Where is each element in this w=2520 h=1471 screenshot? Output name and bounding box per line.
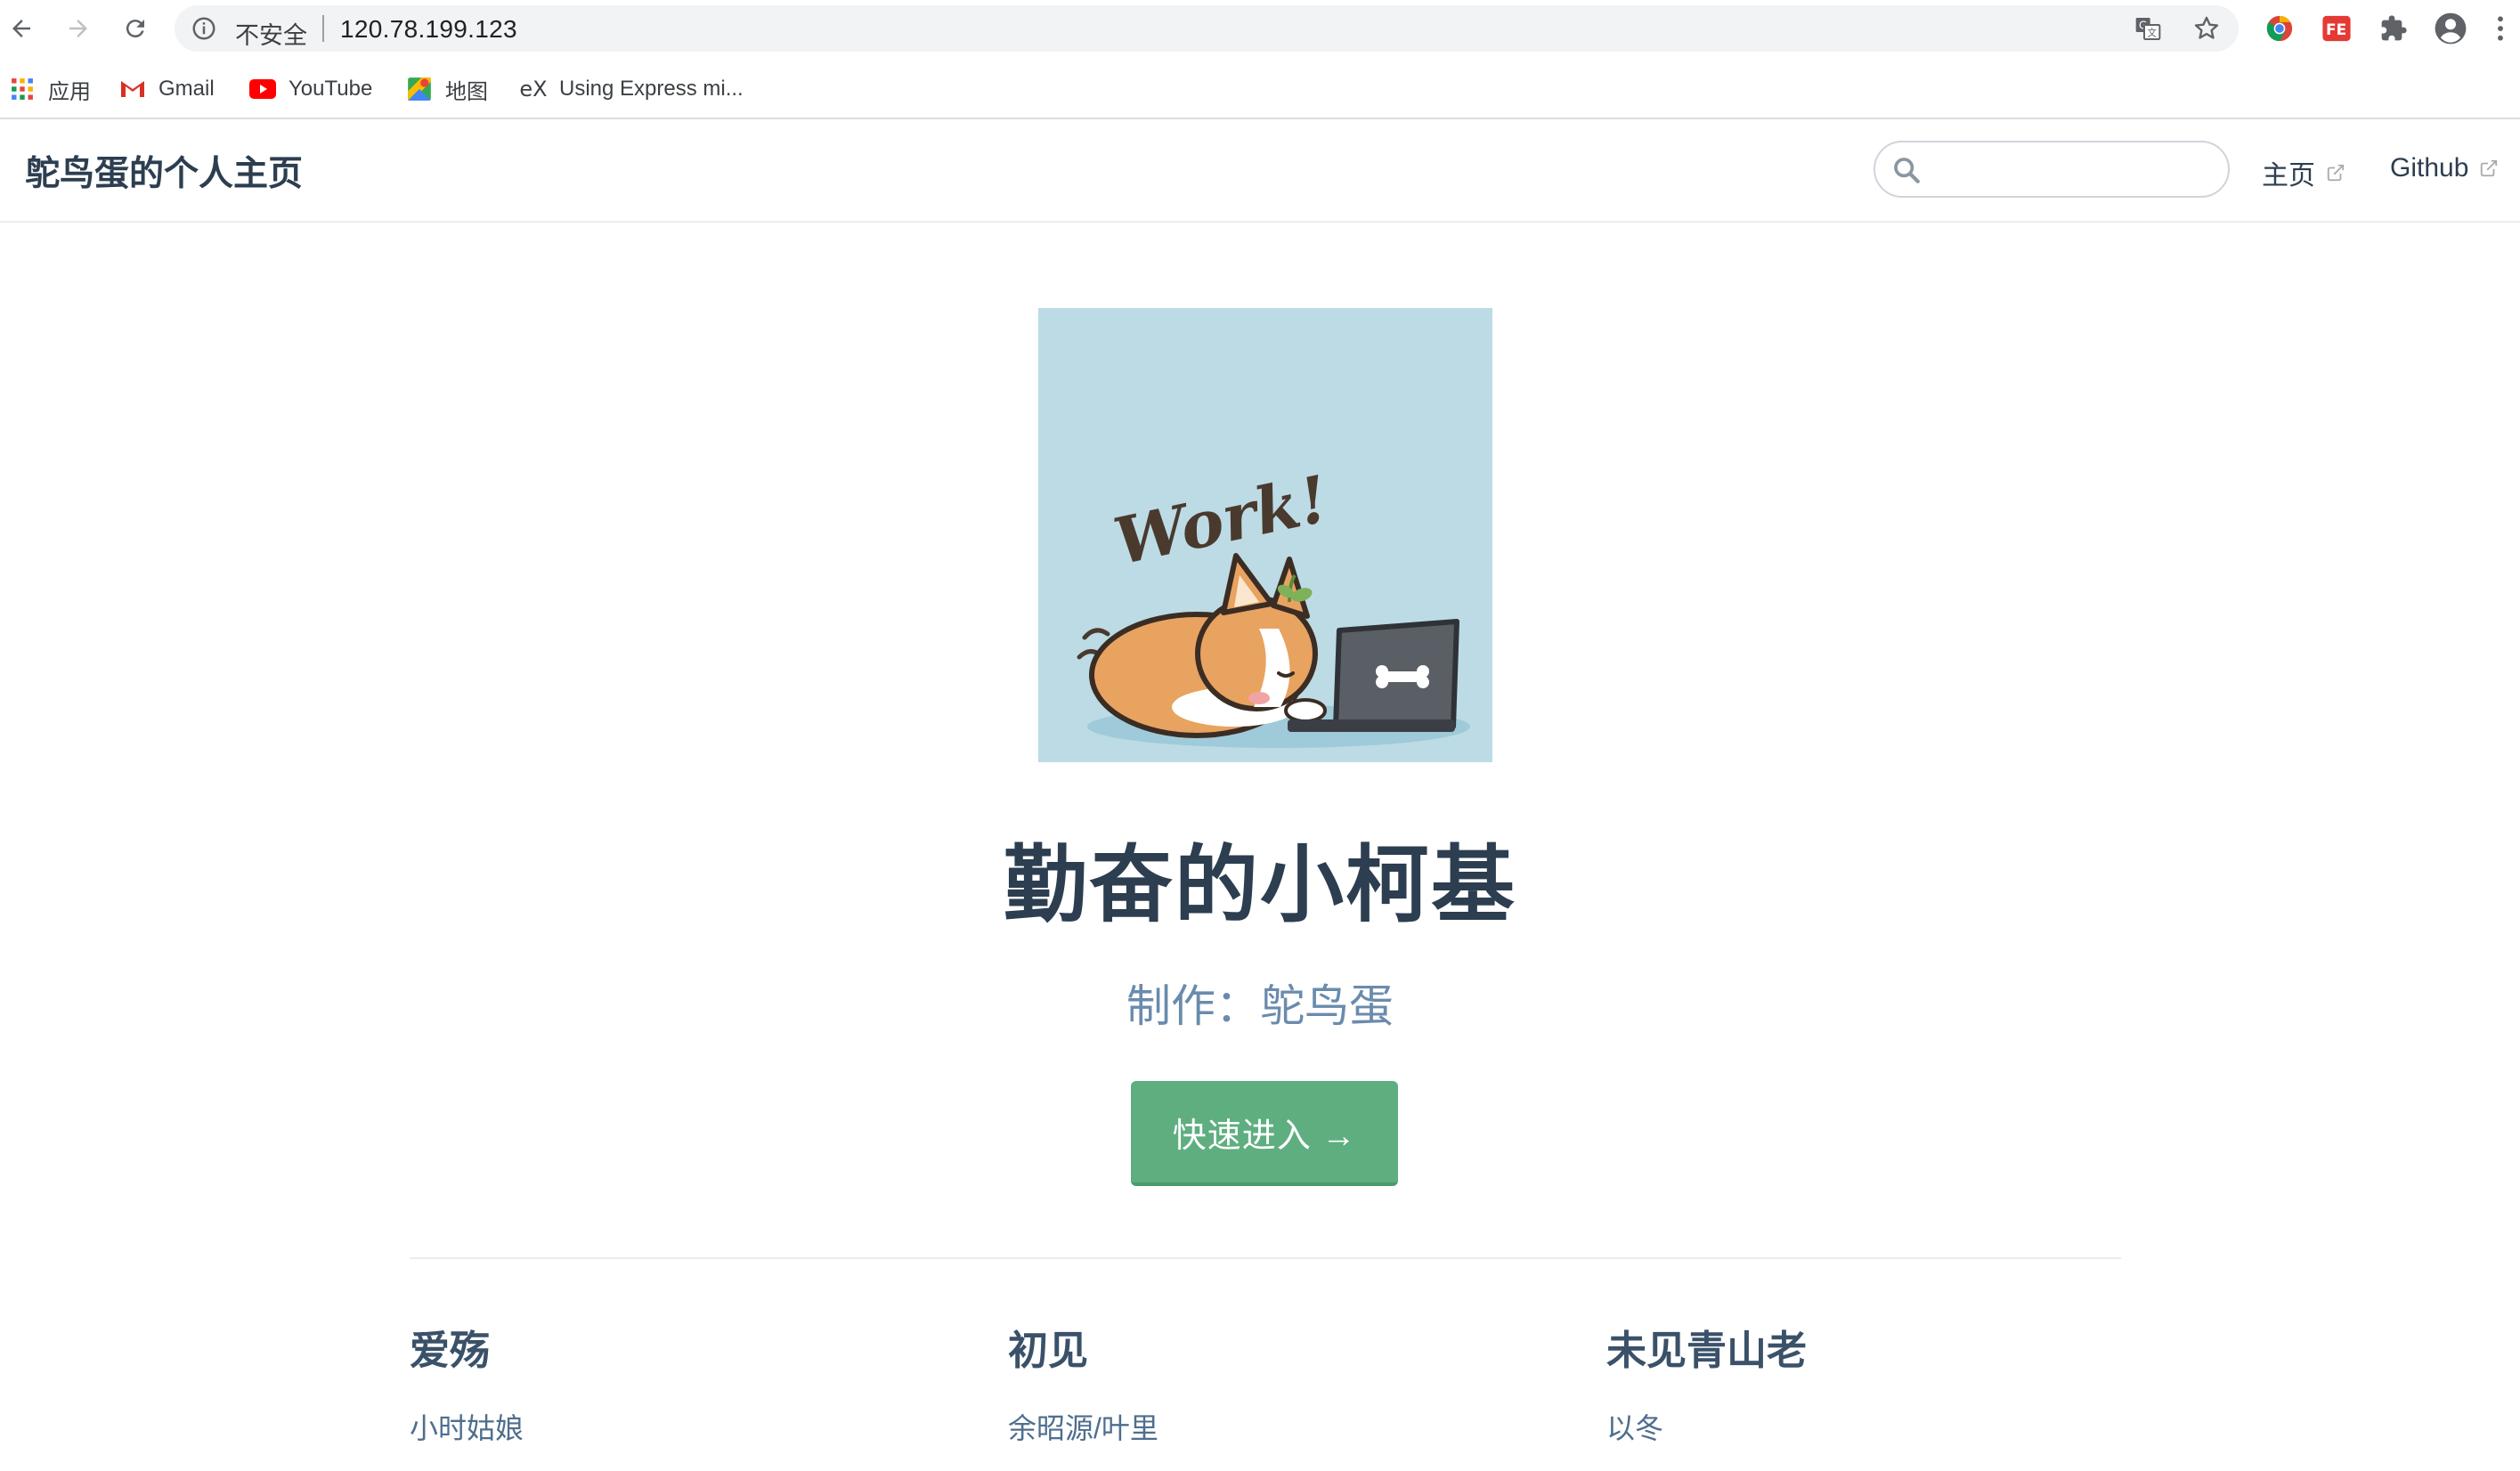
site-navbar: 鸵鸟蛋的个人主页 主页 Github [0,119,2520,223]
reload-icon [126,20,144,38]
feature-title: 初见 [1008,1328,1089,1373]
features-divider [410,1257,2121,1259]
gmail-icon [119,76,146,102]
forward-button[interactable] [59,9,98,48]
apps-grid-icon [9,76,36,102]
maps-icon [406,76,433,102]
address-separator [322,15,324,42]
feature-title: 未见青山老 [1606,1328,1808,1373]
bookmark-label: YouTube [289,77,373,101]
feature-item: 爱殇 小时姑娘 [410,1318,944,1447]
external-link-icon [2481,159,2498,177]
info-icon[interactable] [191,15,217,42]
hero-title: 勤奋的小柯基 [1003,838,1516,931]
bookmarks-bar: 应用 Gmail YouTube 地图 eX Using Express mi.… [0,57,2520,119]
svg-text:FE: FE [2326,21,2346,39]
feature-details: 余昭源/叶里 [1008,1412,1158,1444]
insecure-label[interactable]: 不安全 [235,16,307,51]
arrow-left-icon [12,20,30,37]
bookmark-star-icon[interactable] [2192,14,2221,43]
bookmark-label: 应用 [48,79,91,104]
search-icon [1894,158,1920,183]
bookmark-gmail[interactable]: Gmail [119,73,215,105]
nav-link-github[interactable]: Github [2390,153,2499,183]
bookmark-label: Using Express mi... [559,77,744,101]
nav-link-home[interactable]: 主页 [2262,153,2345,192]
back-button[interactable] [2,9,41,48]
bookmark-express[interactable]: eX Using Express mi... [519,73,744,105]
nav-link-label: Github [2390,153,2469,183]
arrow-right-icon [69,20,87,37]
svg-text:文: 文 [2147,28,2157,39]
external-link-icon [2327,164,2345,182]
fehelper-extension-icon[interactable]: FE [2319,11,2354,46]
hero-image: Work! [1038,308,1492,762]
feature-details: 以冬 [1606,1412,1664,1444]
nav-link-label: 主页 [2262,161,2315,191]
url-text[interactable]: 120.78.199.123 [340,15,517,44]
browser-menu-icon[interactable] [2490,11,2511,46]
profile-avatar-icon[interactable] [2433,11,2468,46]
express-icon: eX [519,77,548,102]
chrome-extension-icon[interactable] [2262,11,2297,46]
corgi-laptop-illustration: Work! [1077,460,1470,748]
feature-item: 初见 余昭源/叶里 [1008,1318,1542,1447]
reload-button[interactable] [116,9,155,48]
bookmark-maps[interactable]: 地图 [406,73,488,105]
bookmark-label: 地图 [445,79,488,104]
address-bar[interactable]: 不安全 120.78.199.123 G文 [175,5,2239,52]
browser-toolbar: 不安全 120.78.199.123 G文 FE [0,0,2520,57]
site-title[interactable]: 鸵鸟蛋的个人主页 [25,146,303,196]
translate-icon[interactable]: G文 [2134,14,2162,43]
bookmark-label: Gmail [159,77,215,101]
feature-title: 爱殇 [410,1328,491,1373]
bookmark-youtube[interactable]: YouTube [249,73,372,105]
puzzle-extensions-icon[interactable] [2376,11,2411,46]
svg-text:Work!: Work! [1108,460,1335,580]
quick-enter-button[interactable]: 快速进入 → [1131,1081,1398,1186]
bookmark-apps[interactable]: 应用 [9,73,91,105]
feature-details: 小时姑娘 [410,1412,524,1444]
youtube-icon [249,76,276,102]
search-box[interactable] [1874,141,2230,198]
feature-item: 未见青山老 以冬 [1606,1318,2141,1447]
hero-description: 制作：鸵鸟蛋 [1126,981,1394,1031]
